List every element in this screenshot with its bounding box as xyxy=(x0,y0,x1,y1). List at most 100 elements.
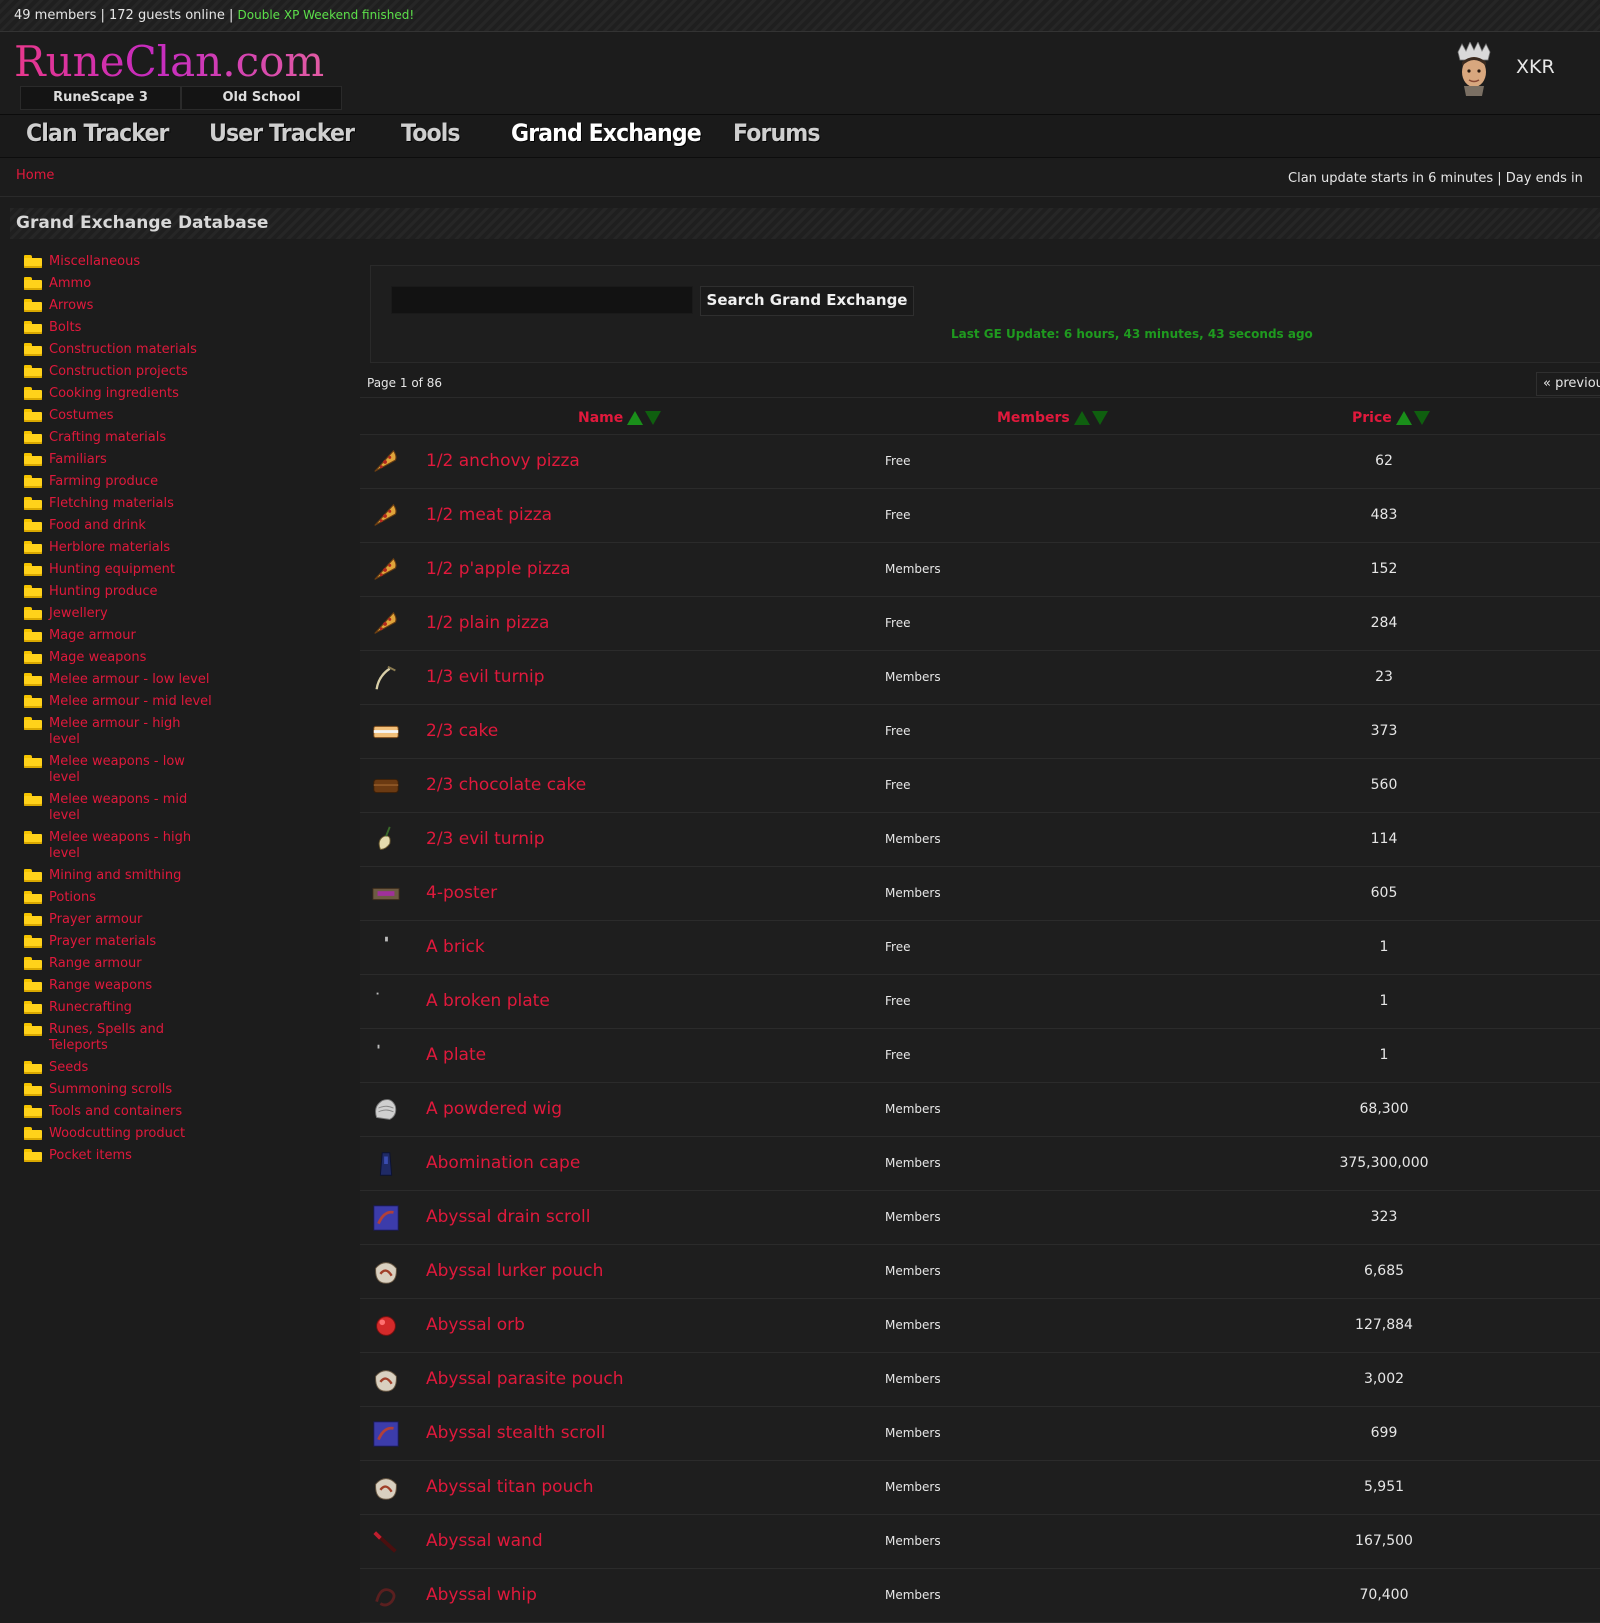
category-link[interactable]: Mage armour xyxy=(49,628,136,644)
category-link[interactable]: Melee weapons - mid level xyxy=(49,792,214,824)
category-link[interactable]: Crafting materials xyxy=(49,430,166,446)
column-header-price-label[interactable]: Price xyxy=(1352,410,1392,426)
item-name-link[interactable]: 1/2 plain pizza xyxy=(426,613,549,633)
category-item[interactable]: Herblore materials xyxy=(24,540,214,556)
category-item[interactable]: Melee armour - mid level xyxy=(24,694,214,710)
category-link[interactable]: Melee armour - mid level xyxy=(49,694,212,710)
category-link[interactable]: Arrows xyxy=(49,298,93,314)
search-input[interactable] xyxy=(391,286,693,314)
category-link[interactable]: Runes, Spells and Teleports xyxy=(49,1022,214,1054)
table-row[interactable]: A broken plate Free 1 xyxy=(360,975,1600,1029)
item-name-link[interactable]: Abyssal drain scroll xyxy=(426,1207,591,1227)
category-link[interactable]: Melee weapons - low level xyxy=(49,754,214,786)
item-name-link[interactable]: 1/2 meat pizza xyxy=(426,505,552,525)
category-link[interactable]: Potions xyxy=(49,890,96,906)
category-item[interactable]: Melee armour - low level xyxy=(24,672,214,688)
table-row[interactable]: Abyssal stealth scroll Members 699 xyxy=(360,1407,1600,1461)
table-row[interactable]: A brick Free 1 xyxy=(360,921,1600,975)
nav-forums[interactable]: Forums xyxy=(733,119,821,147)
category-item[interactable]: Seeds xyxy=(24,1060,214,1076)
category-link[interactable]: Range weapons xyxy=(49,978,152,994)
table-row[interactable]: 1/3 evil turnip Members 23 xyxy=(360,651,1600,705)
sort-descending-icon[interactable] xyxy=(1413,411,1430,425)
category-link[interactable]: Bolts xyxy=(49,320,81,336)
item-name-link[interactable]: A plate xyxy=(426,1045,486,1065)
category-link[interactable]: Familiars xyxy=(49,452,107,468)
table-row[interactable]: Abyssal whip Members 70,400 xyxy=(360,1569,1600,1623)
category-item[interactable]: Prayer armour xyxy=(24,912,214,928)
item-name-link[interactable]: Abyssal orb xyxy=(426,1315,525,1335)
category-item[interactable]: Cooking ingredients xyxy=(24,386,214,402)
item-name-link[interactable]: Abyssal stealth scroll xyxy=(426,1423,605,1443)
item-name-link[interactable]: Abyssal wand xyxy=(426,1531,543,1551)
category-item[interactable]: Mining and smithing xyxy=(24,868,214,884)
category-link[interactable]: Miscellaneous xyxy=(49,254,140,270)
category-item[interactable]: Ammo xyxy=(24,276,214,292)
category-link[interactable]: Mage weapons xyxy=(49,650,146,666)
item-name-link[interactable]: 1/3 evil turnip xyxy=(426,667,545,687)
category-link[interactable]: Construction projects xyxy=(49,364,188,380)
category-item[interactable]: Mage armour xyxy=(24,628,214,644)
category-item[interactable]: Hunting produce xyxy=(24,584,214,600)
category-link[interactable]: Melee weapons - high level xyxy=(49,830,214,862)
site-logo[interactable]: RuneClan.com xyxy=(14,37,324,86)
category-item[interactable]: Runecrafting xyxy=(24,1000,214,1016)
category-item[interactable]: Summoning scrolls xyxy=(24,1082,214,1098)
table-row[interactable]: Abomination cape Members 375,300,000 xyxy=(360,1137,1600,1191)
category-item[interactable]: Potions xyxy=(24,890,214,906)
category-link[interactable]: Pocket items xyxy=(49,1148,132,1164)
table-row[interactable]: 1/2 p'apple pizza Members 152 xyxy=(360,543,1600,597)
table-row[interactable]: Abyssal wand Members 167,500 xyxy=(360,1515,1600,1569)
item-name-link[interactable]: A brick xyxy=(426,937,485,957)
category-item[interactable]: Arrows xyxy=(24,298,214,314)
table-row[interactable]: Abyssal drain scroll Members 323 xyxy=(360,1191,1600,1245)
category-item[interactable]: Bolts xyxy=(24,320,214,336)
sort-ascending-icon[interactable] xyxy=(1395,411,1412,425)
item-name-link[interactable]: Abyssal whip xyxy=(426,1585,537,1605)
category-link[interactable]: Farming produce xyxy=(49,474,158,490)
username[interactable]: XKR xyxy=(1516,56,1555,78)
table-row[interactable]: A powdered wig Members 68,300 xyxy=(360,1083,1600,1137)
table-row[interactable]: 2/3 cake Free 373 xyxy=(360,705,1600,759)
category-link[interactable]: Hunting produce xyxy=(49,584,158,600)
table-row[interactable]: Abyssal parasite pouch Members 3,002 xyxy=(360,1353,1600,1407)
category-link[interactable]: Fletching materials xyxy=(49,496,174,512)
tab-runescape-3[interactable]: RuneScape 3 xyxy=(20,86,181,110)
category-item[interactable]: Costumes xyxy=(24,408,214,424)
item-name-link[interactable]: 1/2 p'apple pizza xyxy=(426,559,571,579)
category-link[interactable]: Prayer materials xyxy=(49,934,156,950)
category-item[interactable]: Construction projects xyxy=(24,364,214,380)
category-link[interactable]: Seeds xyxy=(49,1060,88,1076)
category-item[interactable]: Fletching materials xyxy=(24,496,214,512)
item-name-link[interactable]: A powdered wig xyxy=(426,1099,562,1119)
category-link[interactable]: Construction materials xyxy=(49,342,197,358)
column-header-name[interactable]: Name xyxy=(578,410,662,426)
category-link[interactable]: Summoning scrolls xyxy=(49,1082,172,1098)
previous-page-link[interactable]: « previous xyxy=(1536,372,1600,396)
category-item[interactable]: Farming produce xyxy=(24,474,214,490)
category-item[interactable]: Range armour xyxy=(24,956,214,972)
category-link[interactable]: Prayer armour xyxy=(49,912,142,928)
category-item[interactable]: Melee armour - high level xyxy=(24,716,214,748)
nav-grand-exchange[interactable]: Grand Exchange xyxy=(511,119,702,147)
category-item[interactable]: Melee weapons - low level xyxy=(24,754,214,786)
user-menu[interactable]: XKR xyxy=(1452,42,1600,102)
table-row[interactable]: Abyssal lurker pouch Members 6,685 xyxy=(360,1245,1600,1299)
category-link[interactable]: Melee armour - low level xyxy=(49,672,209,688)
column-header-name-label[interactable]: Name xyxy=(578,410,623,426)
category-item[interactable]: Food and drink xyxy=(24,518,214,534)
item-name-link[interactable]: Abyssal parasite pouch xyxy=(426,1369,624,1389)
category-item[interactable]: Crafting materials xyxy=(24,430,214,446)
item-name-link[interactable]: Abomination cape xyxy=(426,1153,580,1173)
item-name-link[interactable]: 1/2 anchovy pizza xyxy=(426,451,580,471)
breadcrumb-home-link[interactable]: Home xyxy=(16,168,54,183)
column-header-members[interactable]: Members xyxy=(997,410,1108,426)
nav-clan-tracker[interactable]: Clan Tracker xyxy=(26,119,169,147)
category-item[interactable]: Woodcutting product xyxy=(24,1126,214,1142)
table-row[interactable]: Abyssal orb Members 127,884 xyxy=(360,1299,1600,1353)
nav-tools[interactable]: Tools xyxy=(401,119,460,147)
category-item[interactable]: Miscellaneous xyxy=(24,254,214,270)
table-row[interactable]: 1/2 meat pizza Free 483 xyxy=(360,489,1600,543)
category-link[interactable]: Runecrafting xyxy=(49,1000,132,1016)
table-row[interactable]: Abyssal titan pouch Members 5,951 xyxy=(360,1461,1600,1515)
